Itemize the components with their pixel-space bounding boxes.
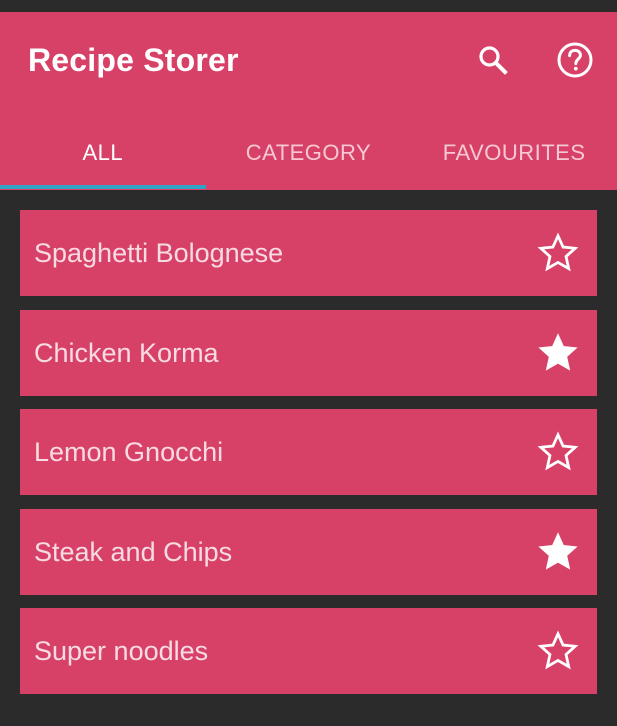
help-button[interactable] bbox=[553, 38, 597, 82]
help-circle-icon bbox=[557, 42, 593, 78]
star-filled-icon[interactable] bbox=[537, 531, 579, 573]
recipe-list: Spaghetti Bolognese Chicken Korma Lemon … bbox=[20, 210, 597, 708]
status-bar bbox=[0, 0, 617, 12]
tab-bar: ALL CATEGORY FAVOURITES bbox=[0, 116, 617, 190]
search-icon bbox=[479, 46, 508, 75]
recipe-item[interactable]: Spaghetti Bolognese bbox=[20, 210, 597, 296]
star-outline-icon[interactable] bbox=[537, 630, 579, 672]
star-outline-icon[interactable] bbox=[537, 431, 579, 473]
app-bar: Recipe Storer ALL CATEGORY FAVOURITES bbox=[0, 12, 617, 190]
recipe-name: Steak and Chips bbox=[34, 536, 233, 567]
tab-category[interactable]: CATEGORY bbox=[206, 116, 412, 190]
recipe-name: Chicken Korma bbox=[34, 337, 219, 368]
tab-indicator bbox=[0, 185, 206, 189]
tab-all[interactable]: ALL bbox=[0, 116, 206, 190]
recipe-item[interactable]: Super noodles bbox=[20, 608, 597, 694]
star-filled-icon[interactable] bbox=[537, 332, 579, 374]
recipe-item[interactable]: Lemon Gnocchi bbox=[20, 409, 597, 495]
search-button[interactable] bbox=[471, 38, 515, 82]
star-outline-icon[interactable] bbox=[537, 232, 579, 274]
recipe-name: Spaghetti Bolognese bbox=[34, 238, 284, 268]
tab-favourites[interactable]: FAVOURITES bbox=[411, 116, 617, 190]
app-title: Recipe Storer bbox=[28, 42, 239, 78]
recipe-name: Super noodles bbox=[34, 636, 209, 666]
recipe-name: Lemon Gnocchi bbox=[34, 437, 224, 467]
recipe-item[interactable]: Steak and Chips bbox=[20, 508, 597, 595]
recipe-item[interactable]: Chicken Korma bbox=[20, 309, 597, 396]
